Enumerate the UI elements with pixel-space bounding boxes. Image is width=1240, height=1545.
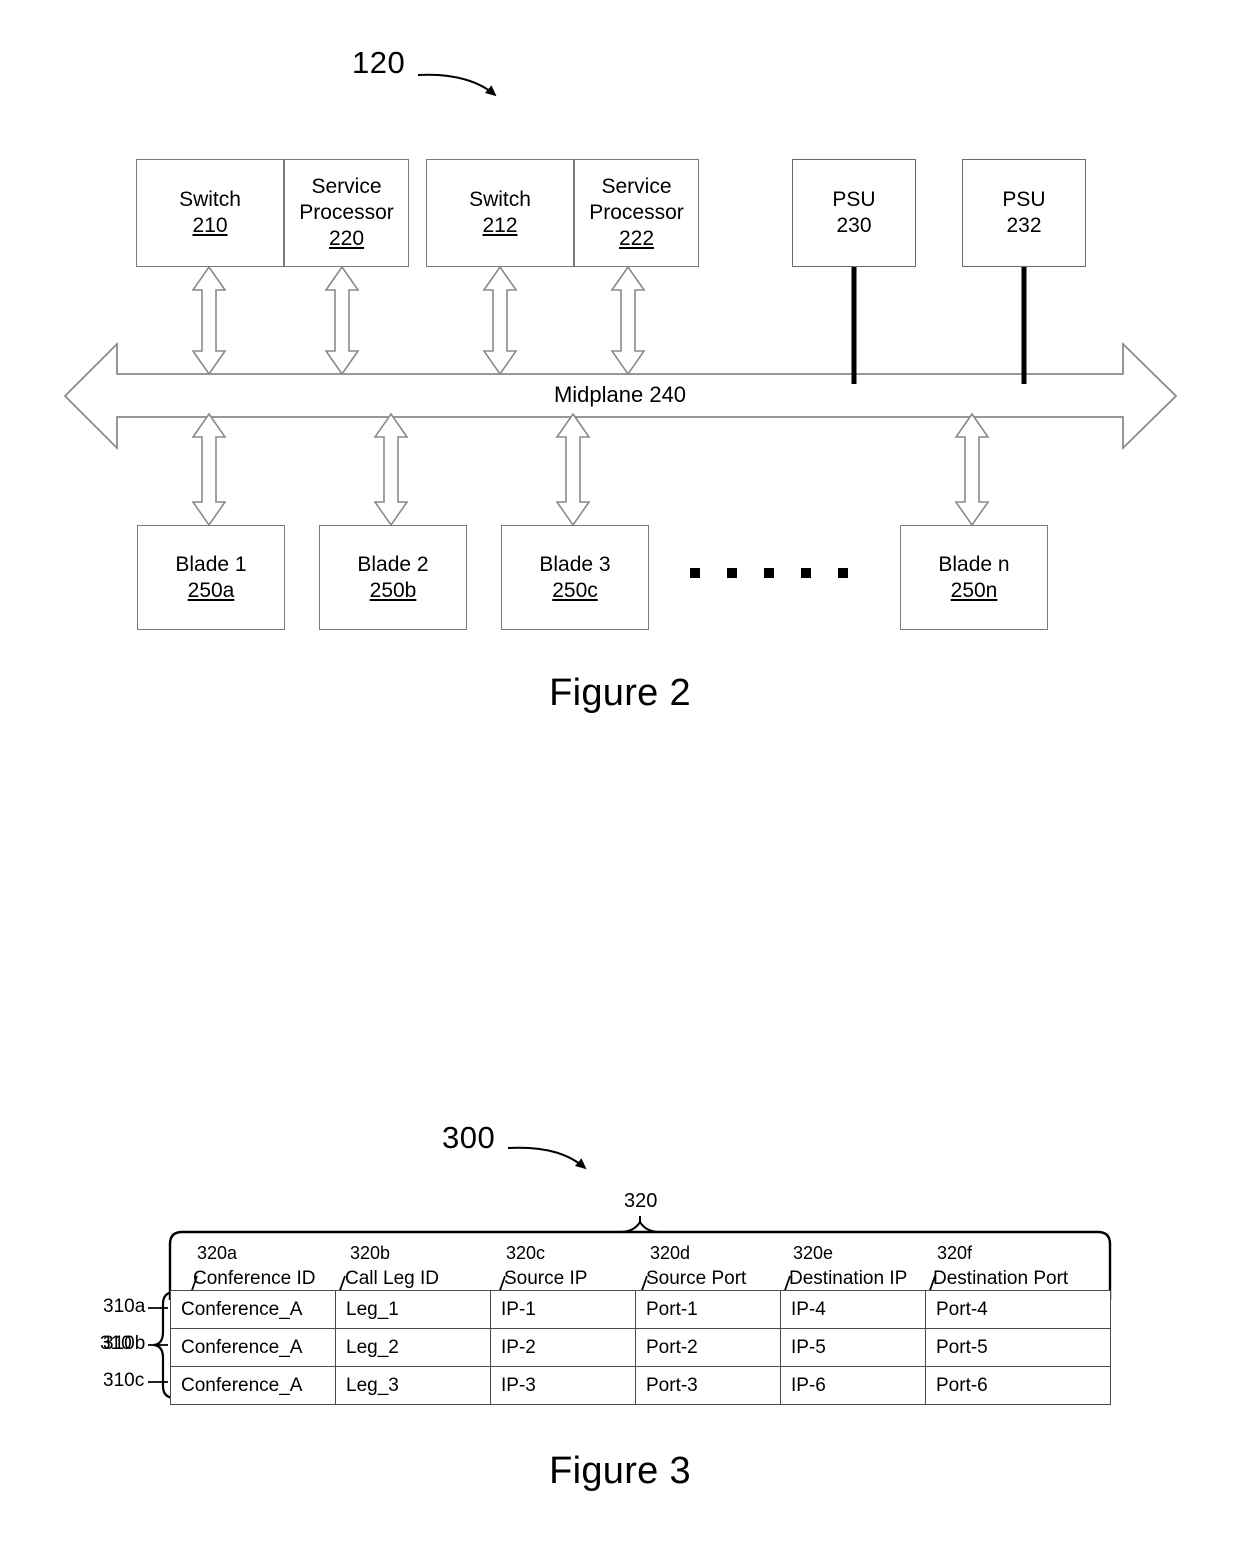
- cell-call-leg-id: Leg_1: [335, 1290, 491, 1329]
- service-processor-222-title: Service Processor: [589, 175, 684, 224]
- ref-300-label: 300: [442, 1120, 496, 1155]
- psu-232-box[interactable]: PSU 232: [962, 159, 1086, 267]
- ref-120-leader: [417, 73, 497, 97]
- psu-230-box[interactable]: PSU 230: [792, 159, 916, 267]
- row-ref-310c: 310c: [103, 1370, 145, 1391]
- column-header-destination-port: Destination Port: [933, 1268, 1069, 1289]
- blade-3-box[interactable]: Blade 3 250c: [501, 525, 649, 630]
- switch-212-ref: 212: [482, 214, 518, 237]
- ellipsis-dot: [727, 568, 737, 578]
- col-ref-320e: 320e: [793, 1243, 834, 1263]
- row-ref-310a: 310a: [103, 1296, 146, 1317]
- ref-320-brace: [619, 1216, 661, 1233]
- switch-210-ref: 210: [192, 214, 228, 237]
- cell-conference-id: Conference_A: [170, 1290, 336, 1329]
- column-header-call-leg-id: Call Leg ID: [345, 1268, 439, 1289]
- bus-connector-arrows-top: [191, 265, 646, 376]
- blade-1-ref: 250a: [187, 578, 235, 602]
- cell-destination-ip: IP-4: [780, 1290, 926, 1329]
- ellipsis-dot: [764, 568, 774, 578]
- psu-230-title: PSU: [832, 188, 876, 211]
- cell-source-ip: IP-2: [490, 1328, 636, 1367]
- bus-connector-arrows-bottom: [191, 412, 990, 527]
- cell-destination-port: Port-6: [925, 1366, 1111, 1405]
- cell-destination-port: Port-4: [925, 1290, 1111, 1329]
- service-processor-222-ref: 222: [618, 227, 655, 250]
- blade-3-ref: 250c: [552, 578, 598, 602]
- cell-destination-port: Port-5: [925, 1328, 1111, 1367]
- row-ref-310b: 310b: [103, 1333, 146, 1354]
- blade-n-title: Blade n: [938, 552, 1010, 576]
- midplane-label: Midplane 240: [553, 382, 687, 407]
- psu-232-title: PSU: [1002, 188, 1046, 211]
- conference-call-leg-table: Conference_A Leg_1 IP-1 Port-1 IP-4 Port…: [170, 1290, 1111, 1405]
- cell-call-leg-id: Leg_3: [335, 1366, 491, 1405]
- col-ref-320d: 320d: [650, 1243, 691, 1263]
- table-row[interactable]: Conference_A Leg_2 IP-2 Port-2 IP-5 Port…: [170, 1328, 1111, 1367]
- cell-call-leg-id: Leg_2: [335, 1328, 491, 1367]
- switch-210-title: Switch: [179, 188, 241, 211]
- switch-212-title: Switch: [469, 188, 531, 211]
- psu-power-connectors: [851, 266, 1027, 384]
- drawing-sheet: 120 Switch 210 Service Processor 220 Swit…: [0, 0, 1240, 1545]
- ref-120-label: 120: [352, 45, 406, 80]
- ellipsis-dot: [838, 568, 848, 578]
- service-processor-220-ref: 220: [328, 227, 365, 250]
- service-processor-220-box[interactable]: Service Processor 220: [284, 159, 409, 267]
- column-header-source-port: Source Port: [646, 1268, 747, 1289]
- ref-320-label: 320: [624, 1190, 658, 1212]
- column-header-source-ip: Source IP: [504, 1268, 588, 1289]
- col-ref-320b: 320b: [350, 1243, 391, 1263]
- blade-3-title: Blade 3: [539, 552, 611, 576]
- col-ref-320f: 320f: [937, 1243, 973, 1263]
- cell-conference-id: Conference_A: [170, 1366, 336, 1405]
- blade-2-box[interactable]: Blade 2 250b: [319, 525, 467, 630]
- cell-conference-id: Conference_A: [170, 1328, 336, 1367]
- blade-1-title: Blade 1: [175, 552, 247, 576]
- psu-230-ref: 230: [836, 214, 872, 237]
- column-header-conference-id: Conference ID: [193, 1268, 316, 1289]
- col-ref-320c: 320c: [506, 1243, 546, 1263]
- column-header-destination-ip: Destination IP: [789, 1268, 908, 1289]
- ref-300-leader: [507, 1146, 587, 1170]
- cell-source-ip: IP-3: [490, 1366, 636, 1405]
- service-processor-222-box[interactable]: Service Processor 222: [574, 159, 699, 267]
- psu-232-ref: 232: [1006, 214, 1042, 237]
- ellipsis-dot: [690, 568, 700, 578]
- table-row[interactable]: Conference_A Leg_3 IP-3 Port-3 IP-6 Port…: [170, 1366, 1111, 1405]
- blade-n-ref: 250n: [950, 578, 998, 602]
- col-ref-320a: 320a: [197, 1243, 238, 1263]
- row-ref-leaders: [148, 1307, 168, 1383]
- blade-2-ref: 250b: [369, 578, 417, 602]
- table-row[interactable]: Conference_A Leg_1 IP-1 Port-1 IP-4 Port…: [170, 1290, 1111, 1329]
- cell-source-port: Port-2: [635, 1328, 781, 1367]
- cell-source-port: Port-1: [635, 1290, 781, 1329]
- ellipsis-dot: [801, 568, 811, 578]
- figure-2-caption: Figure 2: [549, 672, 691, 714]
- cell-source-port: Port-3: [635, 1366, 781, 1405]
- switch-212-box[interactable]: Switch 212: [426, 159, 574, 267]
- switch-210-box[interactable]: Switch 210: [136, 159, 284, 267]
- cell-destination-ip: IP-5: [780, 1328, 926, 1367]
- service-processor-220-title: Service Processor: [299, 175, 394, 224]
- cell-source-ip: IP-1: [490, 1290, 636, 1329]
- blade-1-box[interactable]: Blade 1 250a: [137, 525, 285, 630]
- cell-destination-ip: IP-6: [780, 1366, 926, 1405]
- figure-3-caption: Figure 3: [549, 1450, 691, 1492]
- blade-2-title: Blade 2: [357, 552, 429, 576]
- blade-n-box[interactable]: Blade n 250n: [900, 525, 1048, 630]
